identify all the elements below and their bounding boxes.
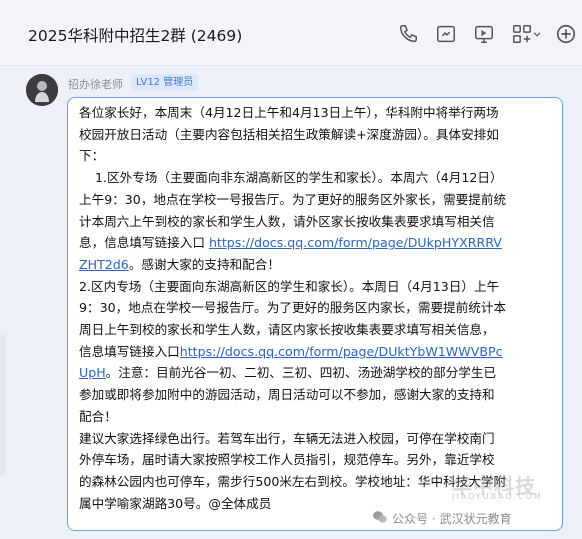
message-line: 信息填写链接入口https://docs.qq.com/form/page/DU… bbox=[79, 341, 555, 363]
message-line: 计本周六上午到校的家长和学生人数，请外区家长按收集表要求填写相关信 bbox=[79, 213, 495, 229]
link-suffix: 。感谢大家的支持和配合！ bbox=[128, 256, 280, 272]
sender-name[interactable]: 招办徐老师 bbox=[68, 76, 123, 92]
message-line: 各位家长好，本周末（4月12日上午和4月13日上午），华科附中将举行两场 bbox=[79, 105, 499, 120]
watermark-prefix: 公众号 · bbox=[392, 511, 436, 526]
message-line: 配合！ bbox=[79, 408, 117, 424]
phone-icon[interactable] bbox=[394, 18, 422, 50]
form-link-outside-cont[interactable]: ZHT2d6 bbox=[79, 257, 129, 272]
message-line: 9：30，地点在学校一号报告厅。为了更好的服务区内家长，需要提前统计本 bbox=[79, 300, 507, 316]
watermark-domain: JIAOYUBAO.COM bbox=[452, 492, 543, 501]
message-line: 周日上午到校的家长和学生人数，请区内家长按收集表要求填写相关信息， bbox=[79, 322, 495, 338]
message-line: 息，信息填写链接入口 https://docs.qq.com/form/page… bbox=[79, 232, 555, 254]
message-line: 上午9：30，地点在学校一号报告厅。为了更好的服务区外家长，需要提前统 bbox=[79, 191, 507, 207]
chevron-down-icon[interactable] bbox=[530, 18, 544, 50]
message-line: 参加或即将参加附中的游园活动，周日活动可以不参加，感谢大家的支持和 bbox=[79, 387, 495, 403]
video-icon[interactable] bbox=[432, 18, 460, 50]
chat-toolbar bbox=[392, 18, 582, 50]
message-line: 2.区内专场（主要面向东湖高新区的学生和家长）。本周日（4月13日）上午 bbox=[79, 278, 500, 294]
avatar[interactable] bbox=[26, 74, 58, 106]
message-text: 各位家长好，本周末（4月12日上午和4月13日上午），华科附中将举行两场 校园开… bbox=[79, 102, 555, 514]
screen-share-icon[interactable] bbox=[470, 18, 498, 50]
form-link-outside[interactable]: https://docs.qq.com/form/page/DUkpHYXRRR… bbox=[209, 235, 502, 250]
message-bubble: 各位家长好，本周末（4月12日上午和4月13日上午），华科附中将举行两场 校园开… bbox=[67, 97, 563, 531]
panel-edge bbox=[0, 335, 6, 475]
link-prefix: 息，信息填写链接入口 bbox=[79, 235, 209, 251]
link-suffix: 。注意：目前光谷一初、二初、三初、四初、汤逊湖学校的部分学生已 bbox=[105, 365, 497, 381]
link-prefix: 信息填写链接入口 bbox=[79, 343, 180, 359]
message-line: 1.区外专场（主要面向非东湖高新区的学生和家长）。本周六（4月12日） bbox=[79, 170, 503, 186]
add-icon[interactable] bbox=[552, 18, 580, 50]
form-link-inside-cont[interactable]: UpH bbox=[79, 365, 106, 380]
message-line: UpH。注意：目前光谷一初、二初、三初、四初、汤逊湖学校的部分学生已 bbox=[79, 362, 555, 384]
watermark-account: 公众号 · 武汉状元教育 bbox=[372, 508, 512, 528]
message-line: 下： bbox=[79, 148, 105, 164]
message-line: 建议大家选择绿色出行。若驾车出行，车辆无法进入校园，可停在学校南门 bbox=[79, 430, 495, 446]
chat-header: 2025华科附中招生2群 (2469) bbox=[0, 0, 582, 66]
watermark-name: 武汉状元教育 bbox=[439, 511, 512, 526]
form-link-inside[interactable]: https://docs.qq.com/form/page/DUktYbW1WW… bbox=[180, 344, 503, 359]
role-badge: LV12 管理员 bbox=[131, 74, 199, 91]
message-line: 外停车场，届时请大家按照学校工作人员指引，规范停车。另外，靠近学校 bbox=[79, 452, 495, 468]
message-line: ZHT2d6。感谢大家的支持和配合！ bbox=[79, 254, 555, 276]
chat-title: 2025华科附中招生2群 (2469) bbox=[28, 27, 243, 45]
message-line: 校园开放日活动（主要内容包括相关招生政策解读+深度游园）。具体安排如 bbox=[79, 126, 499, 142]
wechat-icon bbox=[372, 509, 388, 528]
